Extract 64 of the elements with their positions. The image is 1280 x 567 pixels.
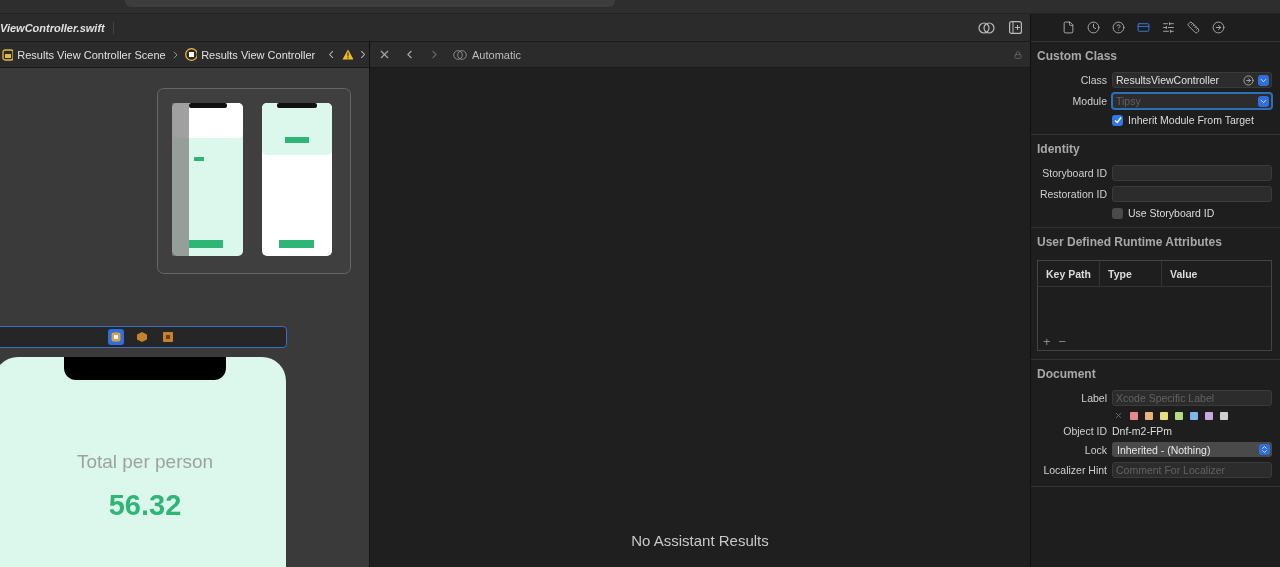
color-swatch[interactable] xyxy=(1220,411,1228,420)
section-title: Identity xyxy=(1037,142,1081,156)
overlapping-circles-icon[interactable] xyxy=(978,21,995,34)
scene-icon xyxy=(2,48,14,61)
color-swatch[interactable] xyxy=(1145,411,1153,420)
remove-button[interactable]: − xyxy=(1058,335,1067,348)
color-swatch[interactable] xyxy=(1190,411,1198,420)
exit-icon xyxy=(162,332,173,342)
editor-tab[interactable]: ViewController.swift xyxy=(0,21,114,34)
breadcrumb-item[interactable]: Results View Controller xyxy=(201,48,316,61)
dock-item[interactable] xyxy=(107,329,124,345)
view-controller-icon xyxy=(110,332,121,342)
total-label: Total per person xyxy=(76,451,214,473)
field-label: Module xyxy=(1071,95,1107,107)
warning-icon[interactable] xyxy=(341,49,353,60)
dropdown-icon[interactable] xyxy=(1258,95,1269,107)
arrow-circle-icon[interactable] xyxy=(1243,74,1254,86)
color-swatch[interactable] xyxy=(1175,411,1183,420)
field-label: Storyboard ID xyxy=(1041,167,1107,179)
field-label: Label xyxy=(1080,392,1107,404)
total-value: 56.32 xyxy=(108,489,182,522)
column-header: Key Path xyxy=(1038,261,1100,286)
assistant-mode-menu[interactable]: Automatic xyxy=(453,48,521,61)
add-editor-icon[interactable] xyxy=(1009,21,1022,34)
field-label: Lock xyxy=(1083,443,1107,456)
overlapping-circles-icon xyxy=(453,48,467,61)
section-title: Document xyxy=(1037,367,1097,381)
text-field[interactable] xyxy=(1112,165,1272,181)
checkbox-label: Inherit Module From Target xyxy=(1128,114,1254,126)
field-label: Class xyxy=(1079,74,1107,86)
checkbox-label: Use Storyboard ID xyxy=(1128,207,1215,219)
section-title: User Defined Runtime Attributes xyxy=(1037,235,1223,249)
clock-icon xyxy=(1087,21,1100,34)
lock-menu[interactable]: Inherited - (Nothing) xyxy=(1112,442,1272,457)
field-label: Restoration ID xyxy=(1038,188,1107,200)
id-card-icon xyxy=(1137,21,1150,34)
text-field[interactable] xyxy=(1112,186,1272,202)
section-title: Custom Class xyxy=(1037,49,1119,63)
checkbox[interactable] xyxy=(1112,114,1123,126)
cube-icon xyxy=(136,332,147,342)
color-swatch[interactable] xyxy=(1205,411,1213,420)
empty-message: No Assistant Results xyxy=(631,532,769,549)
lock-icon xyxy=(1014,50,1022,59)
stepper-icon[interactable] xyxy=(1259,444,1270,455)
field-label: Object ID xyxy=(1062,425,1107,437)
help-icon xyxy=(1112,21,1125,34)
breadcrumb-item[interactable]: Results View Controller Scene xyxy=(17,48,166,61)
column-header: Type xyxy=(1100,261,1162,286)
clear-color-icon[interactable] xyxy=(1114,411,1123,420)
view-controller-icon xyxy=(184,48,198,61)
color-swatch[interactable] xyxy=(1130,411,1138,420)
checkbox[interactable] xyxy=(1112,207,1123,219)
add-button[interactable]: + xyxy=(1043,335,1051,348)
dropdown-icon[interactable] xyxy=(1258,74,1269,86)
ruler-icon xyxy=(1187,21,1200,34)
column-header: Value xyxy=(1169,266,1199,282)
close-icon[interactable] xyxy=(378,48,391,61)
field-label: Localizer Hint xyxy=(1042,464,1107,476)
class-field[interactable]: ResultsViewController xyxy=(1112,72,1272,88)
arrow-circle-icon xyxy=(1212,21,1225,34)
color-swatch[interactable] xyxy=(1160,411,1168,420)
object-id: Dnf-m2-FPm xyxy=(1112,425,1173,437)
file-icon xyxy=(1062,21,1075,34)
sliders-icon xyxy=(1162,21,1175,34)
